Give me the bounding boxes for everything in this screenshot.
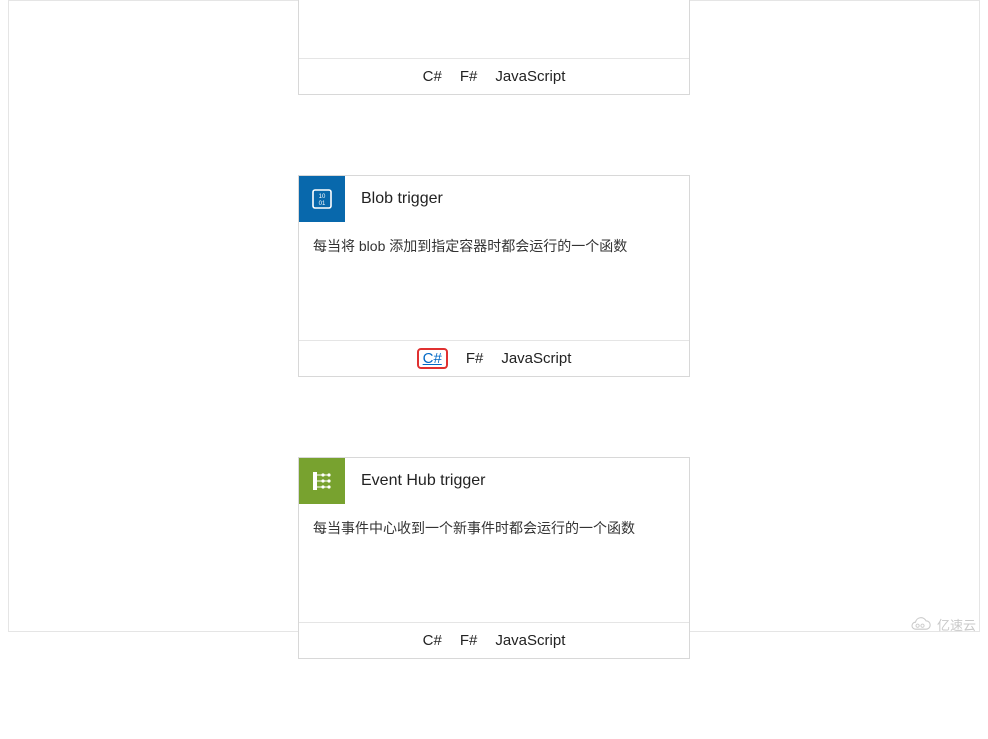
card-header: 10 01 Blob trigger [299, 176, 689, 222]
trigger-card[interactable]: C# F# JavaScript [298, 0, 690, 95]
svg-text:10: 10 [319, 194, 326, 200]
language-javascript[interactable]: JavaScript [495, 68, 565, 85]
language-csharp[interactable]: C# [423, 68, 442, 85]
content-canvas: C# F# JavaScript 10 01 Blob trigger 每当将 … [8, 0, 980, 632]
card-description: 每当将 blob 添加到指定容器时都会运行的一个函数 [299, 222, 689, 340]
svg-text:01: 01 [319, 201, 326, 207]
watermark-text: 亿速云 [937, 615, 976, 634]
watermark: 亿速云 [905, 615, 976, 634]
cloud-icon [905, 616, 933, 634]
language-csharp[interactable]: C# [417, 348, 448, 369]
card-title: Event Hub trigger [345, 472, 486, 490]
language-fsharp[interactable]: F# [466, 350, 484, 367]
card-footer: C# F# JavaScript [299, 340, 689, 376]
card-header: Event Hub trigger [299, 458, 689, 504]
language-javascript[interactable]: JavaScript [495, 632, 565, 649]
language-csharp[interactable]: C# [423, 632, 442, 649]
card-description [299, 0, 689, 58]
blob-icon: 10 01 [299, 176, 345, 222]
cards-container: C# F# JavaScript 10 01 Blob trigger 每当将 … [298, 0, 690, 739]
card-title: Blob trigger [345, 190, 443, 208]
trigger-card-eventhub[interactable]: Event Hub trigger 每当事件中心收到一个新事件时都会运行的一个函… [298, 457, 690, 659]
language-fsharp[interactable]: F# [460, 632, 478, 649]
eventhub-icon [299, 458, 345, 504]
language-javascript[interactable]: JavaScript [501, 350, 571, 367]
card-footer: C# F# JavaScript [299, 622, 689, 658]
card-footer: C# F# JavaScript [299, 58, 689, 94]
trigger-card-blob[interactable]: 10 01 Blob trigger 每当将 blob 添加到指定容器时都会运行… [298, 175, 690, 377]
card-description: 每当事件中心收到一个新事件时都会运行的一个函数 [299, 504, 689, 622]
language-fsharp[interactable]: F# [460, 68, 478, 85]
